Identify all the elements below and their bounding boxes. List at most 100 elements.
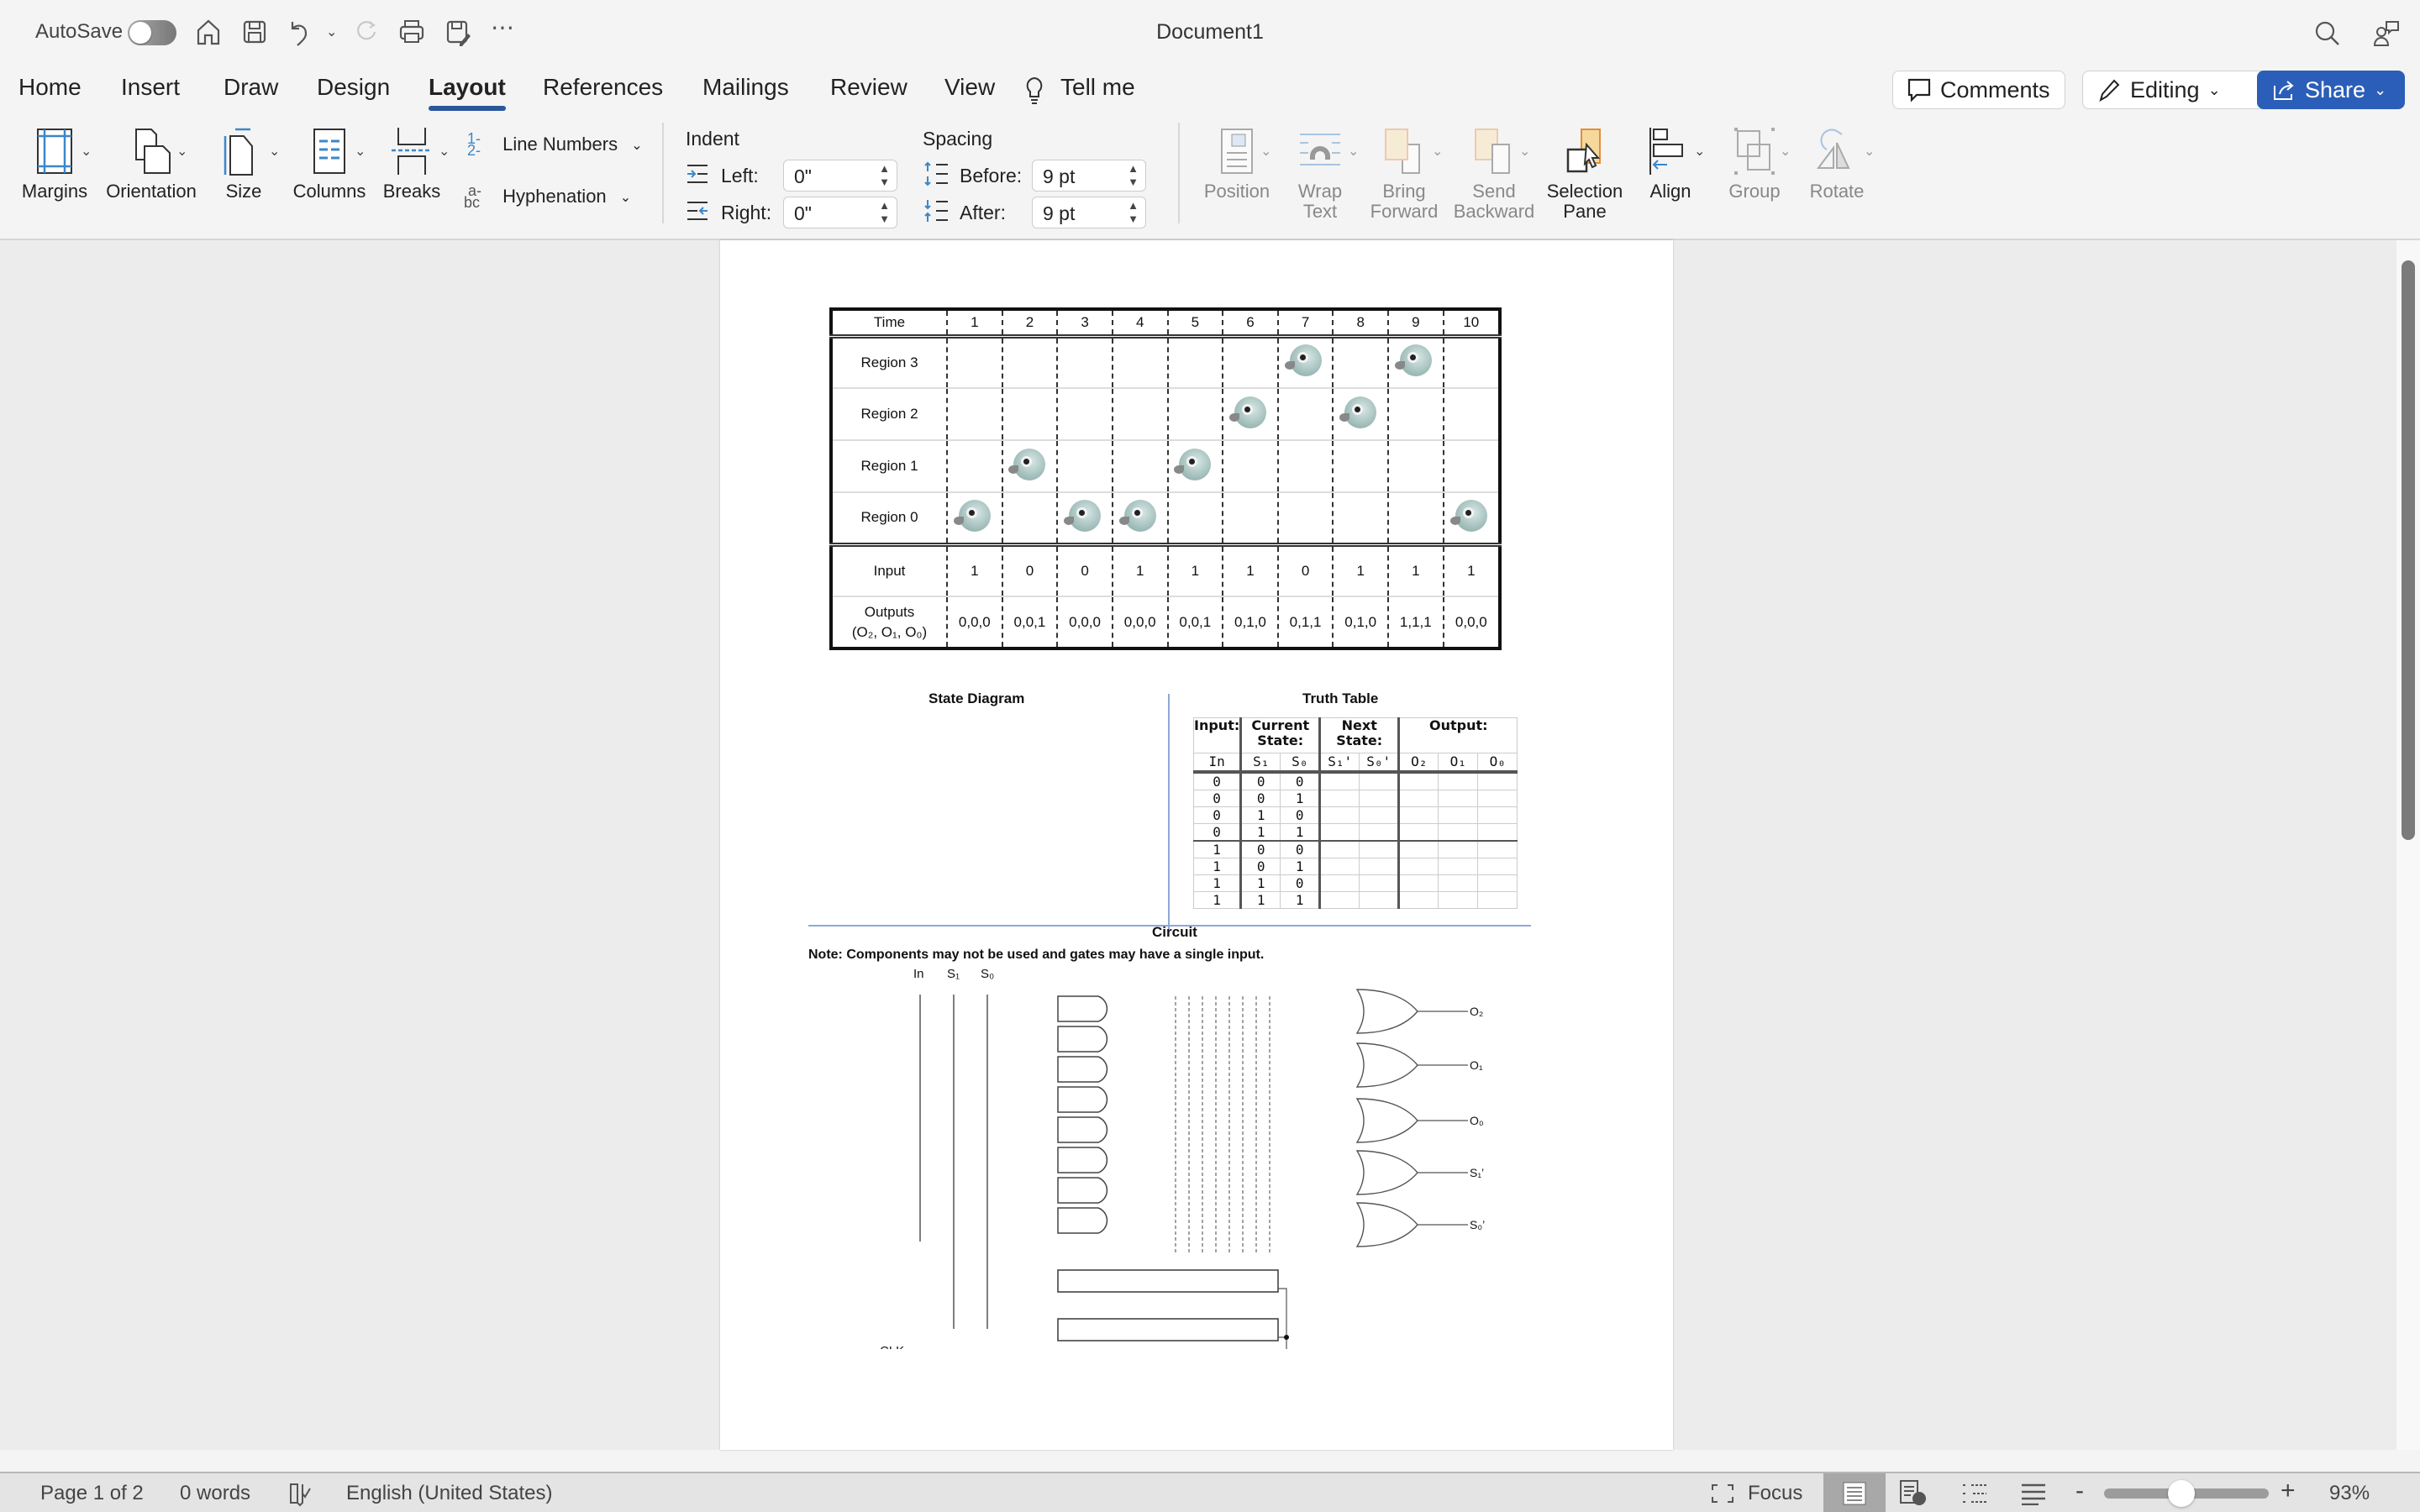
truth-cell[interactable]	[1477, 822, 1518, 841]
editing-button[interactable]: Editing ⌄	[2082, 71, 2284, 109]
zoom-slider[interactable]	[2104, 1480, 2269, 1507]
truth-cell[interactable]	[1397, 771, 1439, 790]
zoom-out-button[interactable]: -	[2075, 1477, 2084, 1505]
orientation-button[interactable]: Orientation	[103, 126, 200, 202]
orientation-dropdown-icon[interactable]: ⌄	[176, 143, 187, 160]
columns-button[interactable]: Columns	[291, 126, 368, 202]
spacing-after-input[interactable]: 9 pt ▲ ▼	[1032, 197, 1146, 228]
tab-home[interactable]: Home	[18, 74, 82, 101]
truth-cell[interactable]	[1397, 874, 1439, 892]
proofing-icon[interactable]	[287, 1482, 313, 1507]
truth-cell[interactable]	[1318, 806, 1360, 824]
truth-cell[interactable]	[1318, 890, 1360, 909]
comments-button[interactable]: Comments	[1892, 71, 2065, 109]
size-dropdown-icon[interactable]: ⌄	[269, 143, 280, 160]
align-dropdown-icon[interactable]: ⌄	[1694, 143, 1705, 160]
size-button[interactable]: Size	[210, 126, 277, 202]
truth-cell[interactable]	[1359, 839, 1400, 858]
undo-dropdown-icon[interactable]: ⌄	[326, 24, 337, 40]
truth-cell[interactable]	[1397, 806, 1439, 824]
truth-cell[interactable]	[1359, 789, 1400, 807]
align-button[interactable]: Align	[1634, 126, 1707, 202]
tab-review[interactable]: Review	[830, 74, 908, 101]
truth-cell[interactable]	[1438, 874, 1479, 892]
tab-view[interactable]: View	[944, 74, 995, 101]
word-count[interactable]: 0 words	[180, 1482, 250, 1505]
hyphenation-button[interactable]: a-bc Hyphenation ⌄	[464, 183, 631, 210]
selection-pane-button[interactable]: Selection Pane	[1543, 126, 1627, 222]
spacing-before-input[interactable]: 9 pt ▲ ▼	[1032, 160, 1146, 192]
vertical-scrollbar[interactable]	[2396, 240, 2420, 1450]
tab-insert[interactable]: Insert	[121, 74, 180, 101]
home-icon[interactable]	[193, 17, 224, 47]
truth-cell[interactable]	[1477, 839, 1518, 858]
document-page[interactable]: Time 1 2 3 4 5 6 7 8 9 10 Region 3 Region 2 Region 1R…	[720, 240, 1673, 1450]
truth-cell[interactable]	[1438, 806, 1479, 824]
truth-cell[interactable]	[1318, 771, 1360, 790]
breaks-dropdown-icon[interactable]: ⌄	[439, 143, 450, 160]
truth-cell[interactable]	[1438, 822, 1479, 841]
autosave-toggle[interactable]	[128, 20, 176, 45]
truth-cell[interactable]	[1397, 839, 1439, 858]
print-icon[interactable]	[397, 17, 427, 47]
redo-icon[interactable]	[351, 17, 381, 47]
zoom-in-button[interactable]: +	[2281, 1477, 2296, 1505]
truth-cell[interactable]	[1438, 857, 1479, 875]
focus-button[interactable]: Focus	[1748, 1482, 1802, 1505]
print-layout-view-button[interactable]	[1823, 1473, 1886, 1512]
truth-cell[interactable]	[1318, 839, 1360, 858]
save-as-icon[interactable]	[443, 17, 473, 47]
truth-cell[interactable]	[1318, 857, 1360, 875]
wrap-text-button[interactable]: Wrap Text	[1281, 126, 1360, 222]
bring-forward-button[interactable]: Bring Forward	[1365, 126, 1444, 222]
truth-cell[interactable]	[1359, 771, 1400, 790]
truth-cell[interactable]	[1397, 822, 1439, 841]
columns-dropdown-icon[interactable]: ⌄	[355, 143, 366, 160]
truth-cell[interactable]	[1477, 789, 1518, 807]
truth-cell[interactable]	[1397, 890, 1439, 909]
tab-references[interactable]: References	[543, 74, 663, 101]
breaks-button[interactable]: Breaks	[375, 126, 449, 202]
tab-draw[interactable]: Draw	[224, 74, 278, 101]
stepper-icon[interactable]: ▲ ▼	[879, 199, 890, 226]
zoom-level[interactable]: 93%	[2329, 1482, 2370, 1505]
tab-design[interactable]: Design	[317, 74, 390, 101]
margins-button[interactable]: Margins	[18, 126, 91, 202]
truth-cell[interactable]	[1359, 806, 1400, 824]
language[interactable]: English (United States)	[346, 1482, 552, 1505]
line-numbers-button[interactable]: 1- 2- Line Numbers ⌄	[467, 131, 643, 158]
save-icon[interactable]	[239, 17, 270, 47]
truth-cell[interactable]	[1438, 890, 1479, 909]
margins-dropdown-icon[interactable]: ⌄	[81, 143, 92, 160]
stepper-icon[interactable]: ▲ ▼	[1128, 162, 1139, 189]
collaborate-icon[interactable]	[2371, 18, 2402, 49]
truth-cell[interactable]	[1397, 789, 1439, 807]
truth-cell[interactable]	[1477, 857, 1518, 875]
truth-cell[interactable]	[1397, 857, 1439, 875]
tell-me-search[interactable]: Tell me	[1060, 74, 1135, 101]
truth-cell[interactable]	[1359, 890, 1400, 909]
draft-view-icon[interactable]	[2020, 1482, 2047, 1505]
tab-layout[interactable]: Layout	[429, 74, 506, 111]
web-layout-icon[interactable]	[1899, 1480, 1928, 1507]
page-count[interactable]: Page 1 of 2	[40, 1482, 144, 1505]
truth-cell[interactable]	[1477, 806, 1518, 824]
truth-cell[interactable]	[1477, 890, 1518, 909]
truth-cell[interactable]	[1438, 789, 1479, 807]
search-icon[interactable]	[2312, 18, 2343, 49]
position-button[interactable]: Position	[1197, 126, 1277, 202]
more-icon[interactable]: ⋯	[491, 13, 514, 41]
indent-right-input[interactable]: 0" ▲ ▼	[783, 197, 897, 228]
zoom-slider-knob[interactable]	[2167, 1480, 2195, 1507]
truth-cell[interactable]	[1438, 839, 1479, 858]
scrollbar-thumb[interactable]	[2402, 260, 2415, 840]
indent-left-input[interactable]: 0" ▲ ▼	[783, 160, 897, 192]
rotate-button[interactable]: Rotate	[1797, 126, 1877, 202]
truth-cell[interactable]	[1438, 771, 1479, 790]
group-button[interactable]: Group	[1714, 126, 1795, 202]
truth-cell[interactable]	[1359, 857, 1400, 875]
truth-cell[interactable]	[1318, 789, 1360, 807]
truth-cell[interactable]	[1477, 874, 1518, 892]
stepper-icon[interactable]: ▲ ▼	[879, 162, 890, 189]
share-button[interactable]: Share ⌄	[2257, 71, 2405, 109]
